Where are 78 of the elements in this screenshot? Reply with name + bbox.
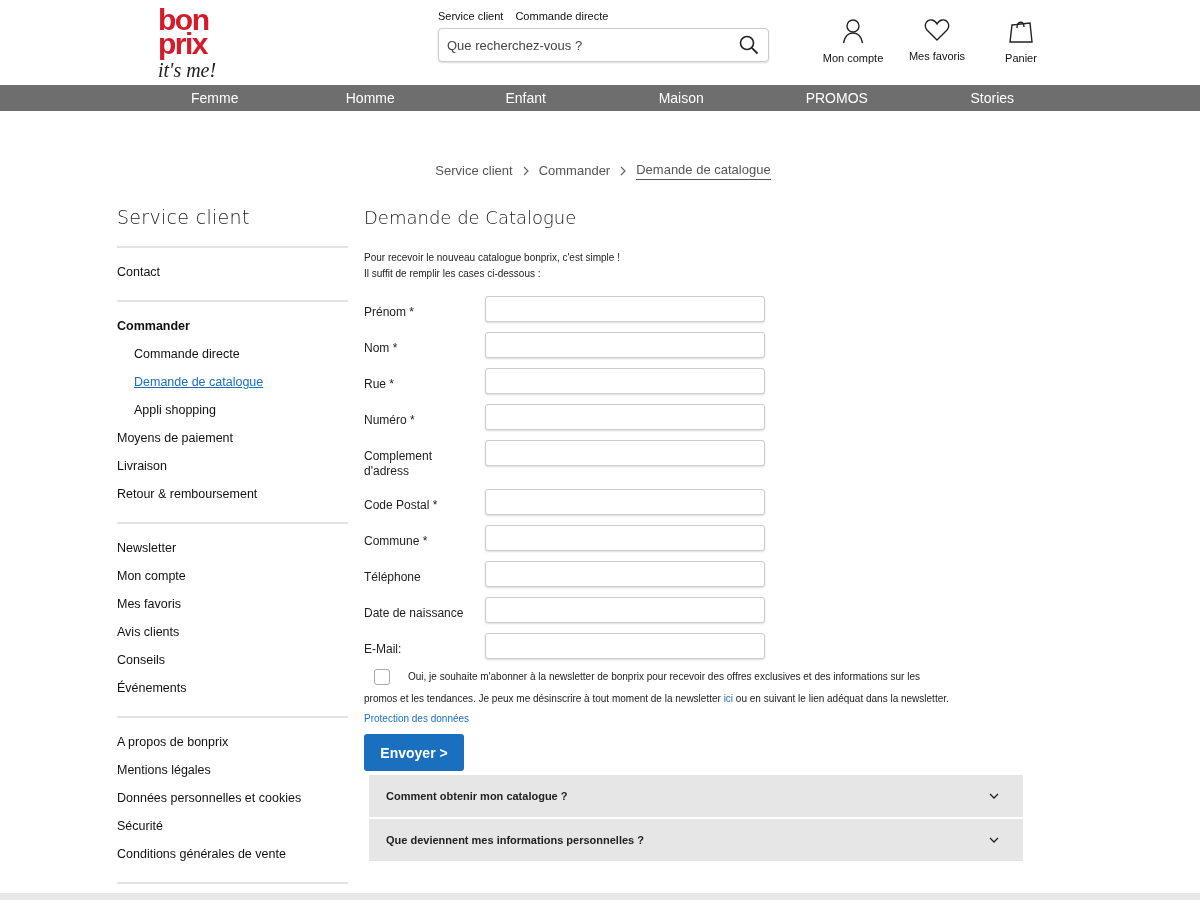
field-label: E-Mail: [364, 642, 403, 657]
text-field[interactable] [485, 296, 765, 322]
sidebar-item[interactable]: Retour & remboursement [117, 484, 348, 512]
field-label: Complement d'adress [364, 449, 434, 479]
sidebar-item[interactable]: Données personnelles et cookies [117, 788, 348, 816]
newsletter-checkbox[interactable] [374, 669, 390, 685]
breadcrumb-link[interactable]: Demande de catalogue [636, 162, 771, 180]
sidebar-item[interactable]: Avis clients [117, 622, 348, 650]
sidebar-item[interactable]: Livraison [117, 456, 348, 484]
field-label: Prénom * [364, 305, 416, 320]
sidebar-title: Service client [117, 206, 251, 228]
heart-icon [924, 18, 950, 42]
search-field[interactable]: Que recherchez-vous ? [438, 28, 769, 62]
nav-link[interactable]: Enfant [448, 85, 604, 111]
newsletter-consent-text: promos et les tendances. Je peux me désinscrire à tout moment de la newsletter ici ou en suivant le lien adéquat dans la newsletter. [364, 692, 950, 706]
intro-text: Il suffit de remplir les cases ci-dessous : [364, 267, 542, 281]
text-field[interactable] [485, 561, 765, 587]
sidebar-item[interactable]: A propos de bonprix [117, 732, 348, 760]
text-field[interactable] [485, 597, 765, 623]
sidebar-subitem[interactable]: Appli shopping [117, 400, 348, 428]
text-field[interactable] [485, 440, 765, 466]
field-label: Téléphone [364, 570, 422, 585]
text-field[interactable] [485, 633, 765, 659]
text-field[interactable] [485, 525, 765, 551]
nav-link[interactable]: Stories [914, 85, 1070, 111]
field-label: Rue * [364, 377, 396, 392]
faq-question: Comment obtenir mon catalogue ? [386, 790, 568, 802]
sidebar-item[interactable]: Mes favoris [117, 594, 348, 622]
bonprix-logo[interactable]: bon prix it's me! [158, 8, 230, 80]
sidebar-item[interactable]: Conditions générales de vente [117, 844, 348, 872]
person-icon [842, 18, 864, 44]
chevron-icon [989, 793, 999, 799]
sidebar-item[interactable]: Mon compte [117, 566, 348, 594]
text-field[interactable] [485, 368, 765, 394]
privacy-link[interactable]: Protection des données [364, 713, 1024, 724]
sidebar-subitem[interactable]: Demande de catalogue [117, 372, 348, 400]
chevron-icon [989, 837, 999, 843]
chevron-right-icon [522, 166, 529, 176]
nav-link[interactable]: Homme [292, 85, 448, 111]
sidebar-item[interactable]: Événements [117, 678, 348, 706]
search-icon[interactable] [739, 35, 759, 55]
unsubscribe-link[interactable]: ici [723, 693, 734, 704]
nav-link[interactable]: PROMOS [759, 85, 915, 111]
field-label: Nom * [364, 341, 399, 356]
text-field[interactable] [485, 489, 765, 515]
submit-button[interactable]: Envoyer > [364, 734, 464, 771]
sidebar-item[interactable]: Mentions légales [117, 760, 348, 788]
newsletter-consent-text: Oui, je souhaite m'abonner à la newsletter de bonprix pour recevoir des offres exclusives et des informations sur les [408, 670, 920, 684]
logo-tagline: it's me! [158, 60, 218, 80]
faq-accordion[interactable]: Que deviennent mes informations personnelles ? [369, 819, 1023, 861]
sidebar-item[interactable]: Moyens de paiement [117, 428, 348, 456]
top-link[interactable]: Commande directe [515, 10, 609, 22]
field-label: Numéro * [364, 413, 416, 428]
text-field[interactable] [485, 332, 765, 358]
chevron-right-icon [620, 166, 627, 176]
field-label: Code Postal * [364, 498, 439, 513]
sidebar-item[interactable]: Commander [117, 316, 348, 344]
breadcrumb-link[interactable]: Commander [538, 162, 611, 180]
sidebar-item[interactable]: Contact [117, 262, 348, 290]
field-label: Commune * [364, 534, 429, 549]
nav-link[interactable]: Maison [603, 85, 759, 111]
header-action[interactable]: Mon compte [811, 18, 895, 64]
header-action[interactable]: Mes favoris [895, 18, 979, 64]
text-field[interactable] [485, 404, 765, 430]
header-action[interactable]: Panier [979, 18, 1063, 64]
logo-text: bon [158, 8, 210, 32]
sidebar-item[interactable]: Newsletter [117, 538, 348, 566]
breadcrumb-link[interactable]: Service client [435, 162, 513, 180]
sidebar-subitem[interactable]: Commande directe [117, 344, 348, 372]
sidebar-item[interactable]: Conseils [117, 650, 348, 678]
faq-question: Que deviennent mes informations personnelles ? [386, 834, 644, 846]
intro-text: Pour recevoir le nouveau catalogue bonprix, c'est simple ! [364, 251, 621, 265]
page-title: Demande de Catalogue [364, 207, 578, 228]
field-label: Date de naissance [364, 606, 465, 621]
sidebar-item[interactable]: Sécurité [117, 816, 348, 844]
nav-link[interactable]: Femme [137, 85, 293, 111]
top-link[interactable]: Service client [438, 10, 504, 22]
faq-accordion[interactable]: Comment obtenir mon catalogue ? [369, 775, 1023, 817]
